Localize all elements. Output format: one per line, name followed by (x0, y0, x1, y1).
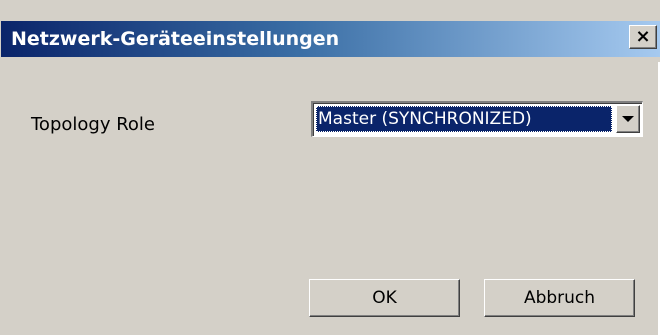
topology-role-select[interactable]: Master (SYNCHRONIZED) (311, 101, 643, 137)
close-icon: × (635, 26, 651, 47)
close-button[interactable]: × (629, 25, 657, 49)
cancel-button[interactable]: Abbruch (484, 279, 635, 317)
topology-role-selected-value[interactable]: Master (SYNCHRONIZED) (316, 106, 612, 132)
ok-button[interactable]: OK (309, 279, 460, 317)
title-bar[interactable]: Netzwerk-Geräteeinstellungen (1, 21, 660, 57)
chevron-down-icon (622, 116, 634, 122)
dialog-window: Netzwerk-Geräteeinstellungen × Topology … (0, 0, 660, 335)
topology-role-label: Topology Role (31, 114, 155, 135)
dialog-title: Netzwerk-Geräteeinstellungen (11, 28, 340, 50)
title-bar-area: Netzwerk-Geräteeinstellungen × (1, 0, 660, 62)
dropdown-button[interactable] (616, 105, 640, 133)
